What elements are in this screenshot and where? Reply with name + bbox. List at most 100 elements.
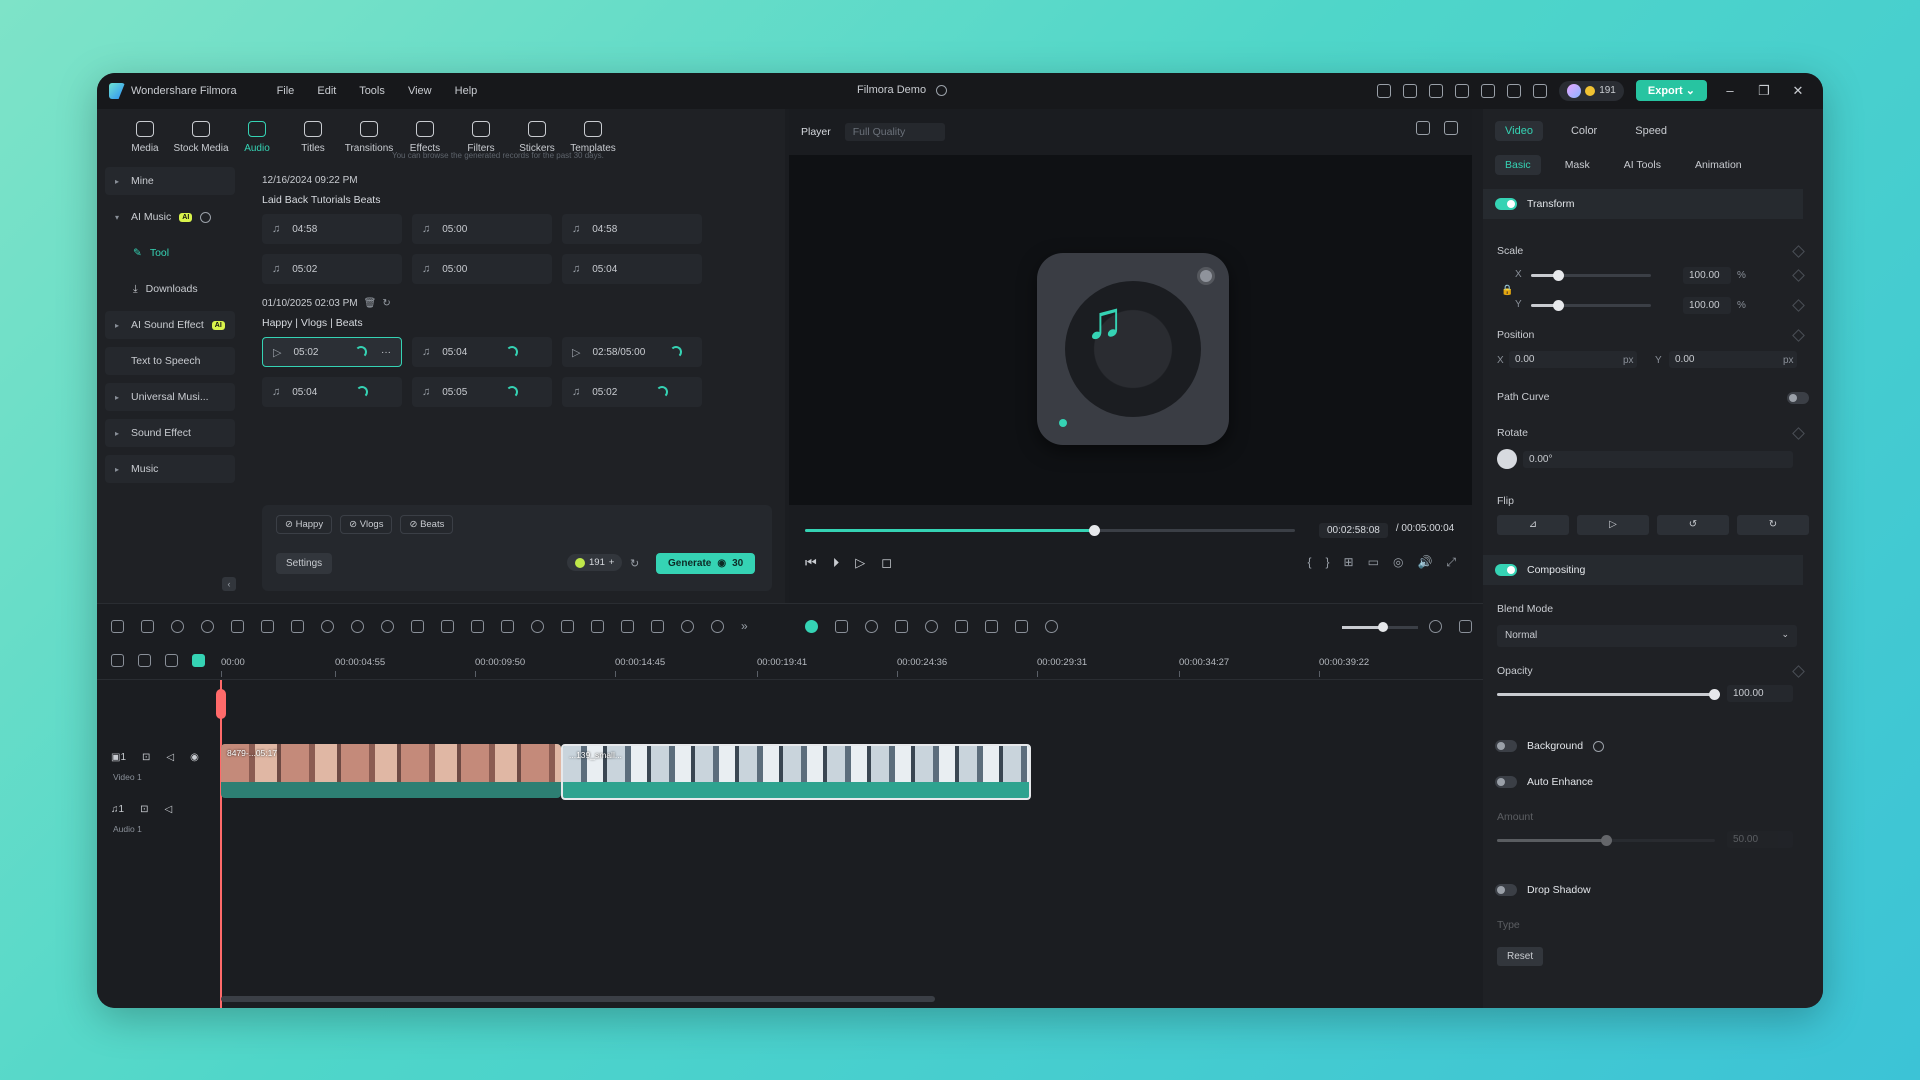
track-options-icon[interactable]: [1459, 620, 1472, 633]
volume-icon[interactable]: 🔊: [1417, 555, 1432, 570]
time-ruler[interactable]: 00:00 00:00:04:55 00:00:09:50 00:00:14:4…: [97, 646, 1483, 680]
split-screen-icon[interactable]: [621, 619, 634, 633]
timeline-scrollbar[interactable]: [221, 996, 935, 1002]
cloud-status-icon[interactable]: [936, 84, 948, 96]
opacity-slider[interactable]: [1497, 689, 1720, 700]
delete-icon[interactable]: 🗑: [364, 298, 377, 309]
refresh-icon[interactable]: ↻: [382, 298, 390, 309]
tab-color[interactable]: Color: [1561, 121, 1607, 141]
scale-y-slider[interactable]: [1531, 300, 1651, 311]
sticker-icon[interactable]: [531, 619, 544, 633]
cloud-icon[interactable]: [1481, 83, 1496, 98]
background-toggle[interactable]: [1495, 740, 1517, 752]
subtab-mask[interactable]: Mask: [1555, 155, 1600, 175]
auto-enhance-section[interactable]: Auto Enhance: [1483, 767, 1803, 797]
music-clip[interactable]: ♫ 05:04: [262, 377, 402, 407]
drop-shadow-section[interactable]: Drop Shadow: [1483, 875, 1803, 905]
tool-stickers[interactable]: Stickers: [509, 117, 565, 154]
ai-icon[interactable]: [681, 619, 694, 633]
select-tool-icon[interactable]: [141, 619, 154, 633]
effect-icon[interactable]: [711, 619, 724, 633]
keyframe-icon[interactable]: [1792, 245, 1805, 258]
keyframe-icon[interactable]: [1792, 329, 1805, 342]
adjust-icon[interactable]: [471, 619, 484, 633]
support-icon[interactable]: [1507, 83, 1522, 98]
slider-handle[interactable]: [1709, 689, 1720, 700]
render-icon[interactable]: [864, 619, 878, 633]
snapshot-icon[interactable]: [834, 619, 848, 633]
compositing-section[interactable]: Compositing: [1483, 555, 1803, 585]
play-icon[interactable]: ▷: [855, 555, 865, 571]
transform-toggle[interactable]: [1495, 198, 1517, 210]
background-section[interactable]: Background: [1483, 731, 1803, 761]
music-clip[interactable]: ♫ 05:02: [262, 254, 402, 284]
tool-transitions[interactable]: Transitions: [341, 117, 397, 154]
menu-tools[interactable]: Tools: [359, 85, 385, 97]
eye-icon[interactable]: ◉: [190, 752, 199, 763]
credit-pill[interactable]: 191 +: [567, 554, 623, 571]
tool-effects[interactable]: Effects: [397, 117, 453, 154]
tool-templates[interactable]: Templates: [565, 117, 621, 154]
pip-icon[interactable]: [984, 619, 998, 633]
beat-icon[interactable]: [651, 619, 664, 633]
music-clip[interactable]: ♫ 05:04: [412, 337, 552, 367]
rotate-right-button[interactable]: ↻: [1737, 515, 1809, 535]
progress-handle[interactable]: [1089, 525, 1101, 536]
menu-help[interactable]: Help: [455, 85, 478, 97]
music-clip[interactable]: ♫ 04:58: [262, 214, 402, 244]
sidebar-item-downloads[interactable]: ⤓ Downloads: [105, 275, 235, 303]
keyframe-icon[interactable]: [1792, 665, 1805, 678]
send-icon[interactable]: [1377, 83, 1392, 98]
mark-in-icon[interactable]: {: [1308, 555, 1312, 570]
link-icon[interactable]: [138, 654, 151, 667]
drop-shadow-toggle[interactable]: [1495, 884, 1517, 896]
layout-icon[interactable]: [1429, 83, 1444, 98]
flip-horizontal-button[interactable]: ⊿: [1497, 515, 1569, 535]
keyframe-icon[interactable]: [1792, 299, 1805, 312]
lock-icon[interactable]: ⊡: [142, 752, 150, 763]
magnet-icon[interactable]: [165, 654, 178, 667]
mark-out-icon[interactable]: }: [1326, 555, 1330, 570]
mute-icon[interactable]: ◁: [164, 804, 172, 815]
save-icon[interactable]: [1455, 83, 1470, 98]
sidebar-item-mine[interactable]: ▸ Mine: [105, 167, 235, 195]
music-clip[interactable]: ♫ 05:02: [562, 377, 702, 407]
reset-button[interactable]: Reset: [1497, 947, 1544, 966]
opacity-input[interactable]: 100.00: [1727, 685, 1793, 702]
stop-icon[interactable]: ◻: [881, 555, 892, 571]
help-icon[interactable]: [1593, 740, 1605, 752]
rotate-input[interactable]: 0.00°: [1523, 451, 1793, 468]
tag-happy[interactable]: ⊘ Happy: [276, 515, 333, 534]
apps-grid-icon[interactable]: [1533, 83, 1548, 98]
subtitle-icon[interactable]: [954, 619, 968, 633]
redo-icon[interactable]: [201, 619, 214, 633]
more-icon[interactable]: ···: [381, 347, 391, 358]
tag-beats[interactable]: ⊘ Beats: [400, 515, 454, 534]
credits-badge[interactable]: 191: [1559, 80, 1624, 101]
sidebar-item-sound-effect[interactable]: ▸ Sound Effect: [105, 419, 235, 447]
minimize-icon[interactable]: –: [1719, 83, 1741, 98]
ai-crop-icon[interactable]: [411, 619, 424, 633]
layout-grid-icon[interactable]: [111, 619, 124, 633]
auto-highlight-icon[interactable]: [804, 619, 818, 633]
scale-x-slider[interactable]: [1531, 270, 1651, 281]
sidebar-item-ai-sound-effect[interactable]: ▸ AI Sound Effect AI: [105, 311, 235, 339]
timer-icon[interactable]: [381, 619, 394, 633]
sidebar-item-universal-music[interactable]: ▸ Universal Musi...: [105, 383, 235, 411]
quality-dropdown[interactable]: Full Quality: [844, 123, 945, 141]
position-x-input[interactable]: 0.00: [1509, 351, 1637, 368]
stabilize-icon[interactable]: [591, 619, 604, 633]
export-button[interactable]: Export ⌄: [1635, 80, 1707, 101]
grid-view-icon[interactable]: [1416, 121, 1430, 135]
audio-stretch-icon[interactable]: [501, 619, 514, 633]
settings-button[interactable]: Settings: [276, 553, 333, 574]
video-clip[interactable]: 8479-...05:17: [221, 744, 561, 798]
sidebar-item-tool[interactable]: ✎ Tool: [105, 239, 235, 267]
snap-icon[interactable]: [192, 654, 205, 667]
sidebar-item-music[interactable]: ▸ Music: [105, 455, 235, 483]
lock-icon[interactable]: ⊡: [140, 804, 148, 815]
help-icon[interactable]: [200, 211, 212, 223]
sidebar-item-text-to-speech[interactable]: Text to Speech: [105, 347, 235, 375]
fit-icon[interactable]: [1014, 619, 1028, 633]
tool-media[interactable]: Media: [117, 117, 173, 154]
